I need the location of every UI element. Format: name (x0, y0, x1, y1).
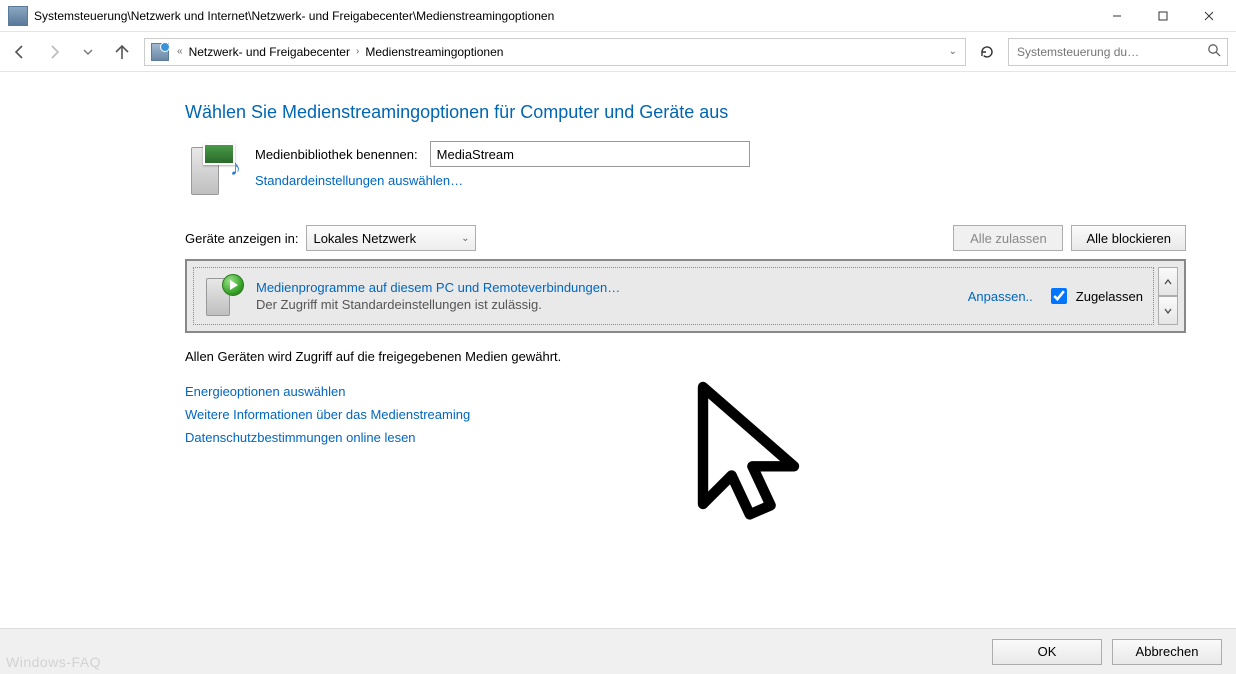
breadcrumb[interactable]: « Netzwerk- und Freigabecenter › Mediens… (144, 38, 966, 66)
cancel-button[interactable]: Abbrechen (1112, 639, 1222, 665)
page-title: Wählen Sie Medienstreamingoptionen für C… (185, 102, 1186, 123)
ok-button[interactable]: OK (992, 639, 1102, 665)
power-options-link[interactable]: Energieoptionen auswählen (185, 384, 1186, 399)
library-name-input[interactable] (430, 141, 750, 167)
scroll-up-button[interactable] (1158, 267, 1178, 296)
breadcrumb-item-1[interactable]: Netzwerk- und Freigabecenter (189, 45, 350, 59)
chevron-down-icon: ⌄ (461, 233, 469, 244)
control-panel-icon (8, 6, 28, 26)
allowed-label: Zugelassen (1076, 289, 1143, 304)
chevron-down-icon[interactable]: ⌄ (947, 46, 959, 57)
allowed-checkbox[interactable] (1051, 288, 1067, 304)
chevron-right-icon: › (354, 46, 361, 57)
nav-bar: « Netzwerk- und Freigabecenter › Mediens… (0, 32, 1236, 72)
chevron-left-icon: « (175, 46, 185, 57)
allowed-checkbox-wrap[interactable]: Zugelassen (1047, 285, 1143, 307)
related-links: Energieoptionen auswählen Weitere Inform… (185, 384, 1186, 445)
device-subtitle: Der Zugriff mit Standardeinstellungen is… (256, 297, 620, 312)
media-library-icon: ♪ (185, 141, 241, 197)
device-list-item[interactable]: Medienprogramme auf diesem PC und Remote… (193, 267, 1154, 325)
search-box[interactable] (1008, 38, 1228, 66)
show-devices-label: Geräte anzeigen in: (185, 231, 298, 246)
forward-button[interactable] (42, 40, 66, 64)
breadcrumb-item-2[interactable]: Medienstreamingoptionen (365, 45, 503, 59)
device-title-link[interactable]: Medienprogramme auf diesem PC und Remote… (256, 280, 620, 295)
window-title: Systemsteuerung\Netzwerk und Internet\Ne… (34, 9, 554, 23)
search-input[interactable] (1015, 44, 1201, 60)
breadcrumb-icon (151, 43, 169, 61)
more-info-link[interactable]: Weitere Informationen über das Medienstr… (185, 407, 1186, 422)
info-text: Allen Geräten wird Zugriff auf die freig… (185, 349, 1186, 364)
privacy-link[interactable]: Datenschutzbestimmungen online lesen (185, 430, 1186, 445)
block-all-button[interactable]: Alle blockieren (1071, 225, 1186, 251)
library-section: ♪ Medienbibliothek benennen: Standardein… (185, 141, 1186, 197)
back-button[interactable] (8, 40, 32, 64)
library-name-label: Medienbibliothek benennen: (255, 147, 418, 162)
dialog-footer: OK Abbrechen (0, 628, 1236, 674)
allow-all-button[interactable]: Alle zulassen (953, 225, 1063, 251)
scope-dropdown[interactable]: Lokales Netzwerk ⌄ (306, 225, 476, 251)
list-scrollbar[interactable] (1158, 267, 1178, 325)
scope-value: Lokales Netzwerk (313, 231, 416, 246)
watermark: Windows-FAQ (6, 654, 101, 670)
close-button[interactable] (1186, 1, 1232, 31)
device-controls: Geräte anzeigen in: Lokales Netzwerk ⌄ A… (185, 225, 1186, 251)
search-icon (1207, 43, 1221, 60)
maximize-button[interactable] (1140, 1, 1186, 31)
window-controls (1094, 1, 1232, 31)
customize-link[interactable]: Anpassen.. (968, 289, 1033, 304)
device-list: Medienprogramme auf diesem PC und Remote… (185, 259, 1186, 333)
recent-dropdown[interactable] (76, 40, 100, 64)
titlebar: Systemsteuerung\Netzwerk und Internet\Ne… (0, 0, 1236, 32)
up-button[interactable] (110, 40, 134, 64)
choose-defaults-link[interactable]: Standardeinstellungen auswählen… (255, 173, 750, 188)
minimize-button[interactable] (1094, 1, 1140, 31)
refresh-button[interactable] (976, 41, 998, 63)
content-area: Wählen Sie Medienstreamingoptionen für C… (0, 72, 1236, 495)
media-device-icon (204, 274, 244, 318)
scroll-down-button[interactable] (1158, 296, 1178, 325)
